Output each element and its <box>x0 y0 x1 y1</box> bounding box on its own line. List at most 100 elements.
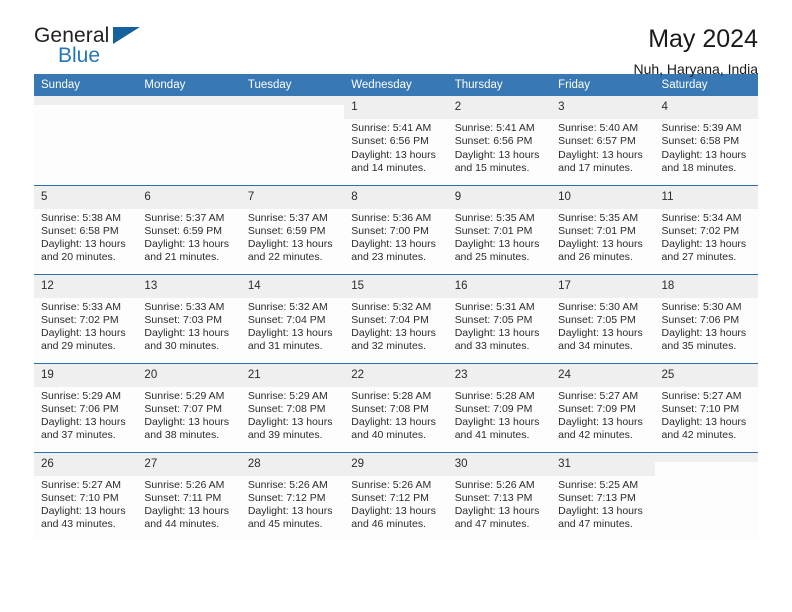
calendar-day-cell[interactable]: 22 Sunrise: 5:28 AM Sunset: 7:08 PM Dayligh… <box>344 362 448 452</box>
day-details: Sunrise: 5:32 AM Sunset: 7:04 PM Daylight:… <box>241 298 344 354</box>
calendar-day-cell[interactable]: 27 Sunrise: 5:26 AM Sunset: 7:11 PM Dayligh… <box>137 451 241 541</box>
calendar-day-cell[interactable]: 1 Sunrise: 5:41 AM Sunset: 6:56 PM Daylight… <box>344 96 448 185</box>
sunset-text: Sunset: 7:01 PM <box>454 224 533 237</box>
sunset-text: Sunset: 7:04 PM <box>351 313 429 326</box>
sunset-text: Sunset: 7:05 PM <box>454 313 533 326</box>
day-number: 19 <box>34 363 138 387</box>
calendar-day-cell[interactable]: 2 Sunrise: 5:41 AM Sunset: 6:56 PM Daylight… <box>447 96 552 185</box>
day-details: Sunrise: 5:26 AM Sunset: 7:11 PM Daylight:… <box>137 476 240 532</box>
calendar-day-cell[interactable]: 31 Sunrise: 5:25 AM Sunset: 7:13 PM Dayligh… <box>551 451 655 541</box>
calendar-day-cell[interactable]: 25 Sunrise: 5:27 AM Sunset: 7:10 PM Dayligh… <box>654 362 758 452</box>
daylight-text: Daylight: 13 hours and 25 minutes. <box>454 238 540 264</box>
calendar-day-cell[interactable]: 5 Sunrise: 5:38 AM Sunset: 6:58 PM Daylight… <box>34 184 138 274</box>
calendar-day-cell[interactable]: 24 Sunrise: 5:27 AM Sunset: 7:09 PM Dayligh… <box>551 362 655 452</box>
daylight-text: Daylight: 13 hours and 43 minutes. <box>41 505 126 531</box>
daylight-text: Daylight: 13 hours and 45 minutes. <box>247 505 333 531</box>
sunset-text: Sunset: 7:09 PM <box>454 402 533 415</box>
calendar-day-cell[interactable]: 11 Sunrise: 5:34 AM Sunset: 7:02 PM Dayligh… <box>654 184 758 274</box>
daylight-text: Daylight: 13 hours and 46 minutes. <box>351 505 436 531</box>
day-number: 26 <box>34 452 138 476</box>
daylight-text: Daylight: 13 hours and 41 minutes. <box>454 416 540 442</box>
day-number: 16 <box>447 274 552 298</box>
brand-name-blue: Blue <box>58 44 101 67</box>
calendar-day-cell[interactable]: 20 Sunrise: 5:29 AM Sunset: 7:07 PM Dayligh… <box>137 362 241 452</box>
day-number: 17 <box>551 274 655 298</box>
calendar-day-cell[interactable]: 15 Sunrise: 5:32 AM Sunset: 7:04 PM Dayligh… <box>344 273 448 363</box>
calendar-day-cell[interactable]: 23 Sunrise: 5:28 AM Sunset: 7:09 PM Dayligh… <box>447 362 552 452</box>
sunset-text: Sunset: 7:04 PM <box>247 313 326 326</box>
calendar-day-cell[interactable]: 18 Sunrise: 5:30 AM Sunset: 7:06 PM Dayligh… <box>654 273 758 363</box>
sunrise-text: Sunrise: 5:26 AM <box>144 478 225 491</box>
sunrise-text: Sunrise: 5:37 AM <box>144 211 225 224</box>
calendar-day-cell[interactable]: 3 Sunrise: 5:40 AM Sunset: 6:57 PM Daylight… <box>551 96 655 185</box>
daylight-text: Daylight: 13 hours and 21 minutes. <box>144 238 230 264</box>
sunrise-text: Sunrise: 5:27 AM <box>661 389 742 402</box>
calendar-day-cell[interactable]: 7 Sunrise: 5:37 AM Sunset: 6:59 PM Daylight… <box>240 184 345 274</box>
calendar-day-cell[interactable]: 9 Sunrise: 5:35 AM Sunset: 7:01 PM Daylight… <box>447 184 552 274</box>
day-details: Sunrise: 5:38 AM Sunset: 6:58 PM Daylight:… <box>34 209 137 265</box>
weekday-header-tuesday: Tuesday <box>240 74 345 96</box>
daylight-text: Daylight: 13 hours and 30 minutes. <box>144 327 230 353</box>
day-number: 30 <box>447 452 552 476</box>
day-details: Sunrise: 5:32 AM Sunset: 7:04 PM Daylight:… <box>344 298 447 354</box>
calendar-day-cell[interactable]: 10 Sunrise: 5:35 AM Sunset: 7:01 PM Dayligh… <box>551 184 655 274</box>
sunset-text: Sunset: 7:02 PM <box>41 313 119 326</box>
calendar-page: General Blue May 2024 Nuh, Haryana, Indi… <box>0 0 792 612</box>
calendar-day-cell[interactable]: 19 Sunrise: 5:29 AM Sunset: 7:06 PM Dayligh… <box>34 362 138 452</box>
sunrise-text: Sunrise: 5:40 AM <box>558 122 639 134</box>
calendar-day-cell[interactable]: 8 Sunrise: 5:36 AM Sunset: 7:00 PM Daylight… <box>344 184 448 274</box>
sunset-text: Sunset: 7:12 PM <box>247 491 326 504</box>
day-details: Sunrise: 5:28 AM Sunset: 7:08 PM Daylight:… <box>344 387 447 443</box>
calendar-day-cell[interactable]: 29 Sunrise: 5:26 AM Sunset: 7:12 PM Dayligh… <box>344 451 448 541</box>
day-details: Sunrise: 5:36 AM Sunset: 7:00 PM Daylight:… <box>344 209 447 265</box>
day-number: 8 <box>344 185 448 209</box>
triangle-flag-icon <box>113 27 140 44</box>
calendar-day-cell[interactable]: 21 Sunrise: 5:29 AM Sunset: 7:08 PM Dayligh… <box>240 362 345 452</box>
sunrise-text: Sunrise: 5:41 AM <box>351 122 432 134</box>
day-number: 9 <box>447 185 552 209</box>
sunset-text: Sunset: 7:13 PM <box>454 491 533 504</box>
calendar-day-cell[interactable]: 17 Sunrise: 5:30 AM Sunset: 7:05 PM Dayligh… <box>551 273 655 363</box>
calendar-grid: Sunday Monday Tuesday Wednesday Thursday… <box>34 74 758 541</box>
day-details: Sunrise: 5:39 AM Sunset: 6:58 PM Daylight:… <box>655 119 758 175</box>
day-details: Sunrise: 5:41 AM Sunset: 6:56 PM Daylight:… <box>448 119 551 175</box>
day-details: Sunrise: 5:26 AM Sunset: 7:13 PM Daylight:… <box>448 476 551 532</box>
location-subtitle: Nuh, Haryana, India <box>633 61 758 77</box>
calendar-day-cell[interactable]: 4 Sunrise: 5:39 AM Sunset: 6:58 PM Daylight… <box>654 96 758 185</box>
day-details: Sunrise: 5:33 AM Sunset: 7:02 PM Daylight:… <box>34 298 137 354</box>
calendar-week-row: 5 Sunrise: 5:38 AM Sunset: 6:58 PM Daylight… <box>34 184 758 274</box>
sunrise-text: Sunrise: 5:30 AM <box>558 300 639 313</box>
calendar-day-cell-empty <box>137 96 241 185</box>
calendar-day-cell[interactable]: 16 Sunrise: 5:31 AM Sunset: 7:05 PM Dayligh… <box>447 273 552 363</box>
brand-logo[interactable]: General Blue <box>34 24 144 70</box>
sunrise-text: Sunrise: 5:27 AM <box>41 478 121 491</box>
sunset-text: Sunset: 7:05 PM <box>558 313 636 326</box>
day-number: 7 <box>240 185 345 209</box>
day-details: Sunrise: 5:37 AM Sunset: 6:59 PM Daylight:… <box>137 209 240 265</box>
day-number: 2 <box>447 96 552 119</box>
daylight-text: Daylight: 13 hours and 33 minutes. <box>454 327 540 353</box>
sunset-text: Sunset: 7:12 PM <box>351 491 429 504</box>
day-details: Sunrise: 5:41 AM Sunset: 6:56 PM Daylight:… <box>344 119 447 175</box>
day-number: 21 <box>240 363 345 387</box>
calendar-day-cell[interactable]: 6 Sunrise: 5:37 AM Sunset: 6:59 PM Daylight… <box>137 184 241 274</box>
day-details: Sunrise: 5:27 AM Sunset: 7:10 PM Daylight:… <box>34 476 137 532</box>
title-group: May 2024 Nuh, Haryana, India <box>633 24 758 79</box>
day-details: Sunrise: 5:26 AM Sunset: 7:12 PM Daylight:… <box>344 476 447 532</box>
calendar-day-cell[interactable]: 13 Sunrise: 5:33 AM Sunset: 7:03 PM Dayligh… <box>137 273 241 363</box>
calendar-day-cell[interactable]: 26 Sunrise: 5:27 AM Sunset: 7:10 PM Dayligh… <box>34 451 138 541</box>
calendar-day-cell[interactable]: 28 Sunrise: 5:26 AM Sunset: 7:12 PM Dayligh… <box>240 451 345 541</box>
day-details: Sunrise: 5:29 AM Sunset: 7:06 PM Daylight:… <box>34 387 137 443</box>
daylight-text: Daylight: 13 hours and 40 minutes. <box>351 416 436 442</box>
day-details: Sunrise: 5:40 AM Sunset: 6:57 PM Daylight:… <box>551 119 654 175</box>
sunrise-text: Sunrise: 5:35 AM <box>558 211 639 224</box>
day-number: 5 <box>34 185 138 209</box>
day-number: 15 <box>344 274 448 298</box>
calendar-day-cell[interactable]: 12 Sunrise: 5:33 AM Sunset: 7:02 PM Dayligh… <box>34 273 138 363</box>
weekday-header-monday: Monday <box>137 74 241 96</box>
calendar-day-cell[interactable]: 30 Sunrise: 5:26 AM Sunset: 7:13 PM Dayligh… <box>447 451 552 541</box>
calendar-day-cell[interactable]: 14 Sunrise: 5:32 AM Sunset: 7:04 PM Dayligh… <box>240 273 345 363</box>
day-details: Sunrise: 5:27 AM Sunset: 7:10 PM Daylight:… <box>655 387 758 443</box>
daylight-text: Daylight: 13 hours and 23 minutes. <box>351 238 436 264</box>
calendar-body: 1 Sunrise: 5:41 AM Sunset: 6:56 PM Daylight… <box>34 96 758 541</box>
